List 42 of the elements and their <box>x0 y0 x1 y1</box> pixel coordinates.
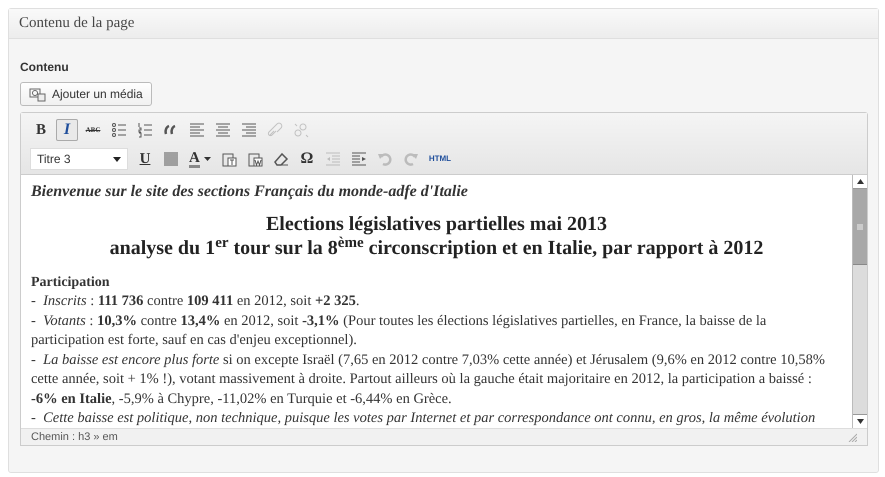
justify-icon <box>163 151 179 167</box>
align-center-icon <box>215 122 231 138</box>
link-icon <box>267 122 283 138</box>
text-color-button[interactable]: A <box>186 148 214 170</box>
unlink-icon <box>293 122 309 138</box>
numbered-list-icon <box>137 122 153 138</box>
paragraph: - Inscrits : 111 736 contre 109 411 en 2012, soit +2 325. <box>31 292 360 311</box>
paste-word-icon <box>246 151 263 167</box>
paragraph: - La baisse est encore plus forte si on excepte Israël (7,65 en 2012 contre 7,03% cette année) et Jérusalem (9,6% en 2012 contre 10,58% cette année, soit + 1% !), votant massivement à droite. Partout ailleurs où la gauche était majoritaire en 2012, la participation a baissé : -6% en Italie, -5,9% à Chypre, -11,02% en Turquie et -6,44% en Grèce. <box>31 350 826 408</box>
field-label: Contenu <box>20 59 70 75</box>
element-path: Chemin : h3 » em <box>31 430 118 445</box>
paragraph: - Cette baisse est politique, non technique, puisque les votes par Internet et par correspondance ont connu, en gros, la même évolution <box>31 409 816 428</box>
format-select[interactable]: Titre 3 <box>30 148 128 170</box>
dropdown-arrow-icon <box>113 156 121 162</box>
indent-icon <box>350 151 367 167</box>
redo-icon <box>402 151 419 167</box>
html-button[interactable]: HTML <box>426 148 454 170</box>
intro-text: Bienvenue sur le site des sections Français du monde-adfe d'Italie <box>31 182 469 202</box>
italic-button[interactable]: I <box>56 119 78 141</box>
panel-title: Contenu de la page <box>19 14 134 34</box>
bold-button[interactable]: B <box>30 119 52 141</box>
add-media-button[interactable]: Ajouter un média <box>20 82 152 106</box>
media-icon <box>29 86 46 102</box>
resize-handle-icon[interactable] <box>847 432 857 442</box>
grip-icon <box>857 224 863 230</box>
section-heading: Participation <box>31 274 111 292</box>
special-character-button[interactable]: Ω <box>296 148 318 170</box>
dropdown-arrow-icon <box>204 157 211 161</box>
heading: analyse du 1$^{er}$ tour sur la 8$^{ème}$ circonscription et en Italie, par rapport à 2012 <box>108 236 764 260</box>
undo-icon <box>376 151 393 167</box>
scrollbar[interactable] <box>852 175 867 428</box>
paste-text-icon <box>220 151 237 167</box>
align-right-icon <box>241 122 257 138</box>
scroll-down-icon[interactable] <box>856 419 864 424</box>
eraser-icon <box>272 151 289 167</box>
paragraph: - Votants : 10,3% contre 13,4% en 2012, soit -3,1% (Pour toutes les élections législatives partielles, en France, la baisse de la participation est forte, sauf en cas d'enjeu exceptionnel). <box>31 312 768 350</box>
scroll-up-icon[interactable] <box>856 179 864 184</box>
outdent-icon <box>324 151 341 167</box>
heading: Elections législatives partielles mai 2013 <box>264 212 608 236</box>
bullet-list-icon <box>111 122 127 138</box>
align-left-icon <box>189 122 205 138</box>
underline-button[interactable]: U <box>134 148 156 170</box>
